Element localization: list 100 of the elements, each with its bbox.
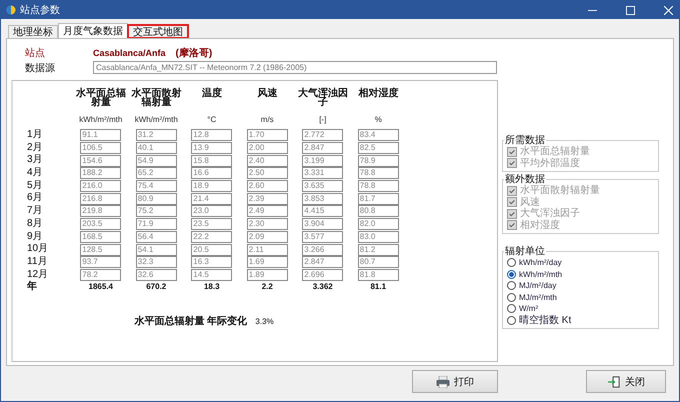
value-field[interactable]: 2.696 [302, 268, 344, 281]
value-field[interactable]: 168.5 [80, 230, 122, 243]
value-field[interactable]: 16.3 [191, 256, 232, 268]
value-field[interactable]: 80.8 [358, 205, 399, 218]
value-field[interactable]: 216.0 [80, 180, 122, 192]
annual-total: 81.1 [369, 281, 388, 294]
value-field[interactable]: 22.2 [191, 230, 232, 243]
field-label: 站点 [25, 46, 46, 60]
value-field[interactable]: 81.2 [358, 244, 399, 256]
value-field[interactable]: 78.8 [358, 180, 399, 192]
value-field[interactable]: 78.8 [358, 167, 399, 180]
radio-button[interactable] [507, 258, 516, 268]
radio-option[interactable]: kWh/m²/mth [507, 268, 654, 280]
value-field[interactable]: 32.3 [136, 256, 177, 268]
radio-button[interactable] [507, 304, 516, 314]
value-field[interactable]: 75.2 [136, 205, 177, 218]
value-field[interactable]: 3.577 [302, 230, 344, 243]
value-field[interactable]: 1.69 [246, 256, 288, 268]
value-field[interactable]: 83.4 [358, 129, 399, 142]
value-field[interactable]: 40.1 [136, 142, 177, 154]
value-field[interactable]: 23.5 [191, 218, 232, 230]
value-field[interactable]: 2.60 [246, 180, 288, 192]
column-header: 相对湿度 [357, 89, 400, 101]
value-field[interactable]: 21.4 [191, 192, 232, 205]
value-field[interactable]: 15.8 [191, 154, 232, 167]
value-field[interactable]: 32.6 [136, 268, 177, 281]
value-field[interactable]: 80.7 [358, 256, 399, 268]
radio-button[interactable] [507, 316, 516, 325]
value-field[interactable]: 2.39 [246, 192, 288, 205]
close-icon[interactable] [664, 6, 673, 14]
value-field[interactable]: 71.9 [136, 218, 177, 230]
value-field[interactable]: 81.7 [358, 192, 399, 205]
radio-option[interactable]: MJ/m²/mth [507, 292, 654, 303]
value-field[interactable]: 75.4 [136, 180, 177, 192]
value-field[interactable]: 18.9 [191, 180, 232, 192]
value-field[interactable]: 2.09 [246, 230, 288, 243]
value-field[interactable]: 91.1 [80, 129, 122, 142]
value-field[interactable]: 1.89 [246, 268, 288, 281]
maximize-icon[interactable] [626, 6, 635, 14]
value-field[interactable]: 203.5 [80, 218, 122, 230]
radio-button[interactable] [507, 292, 516, 302]
value-field[interactable]: 20.5 [191, 244, 232, 256]
value-field[interactable]: 3.331 [302, 167, 344, 180]
value-field[interactable]: 80.9 [136, 192, 177, 205]
value-field[interactable]: 81.8 [358, 268, 399, 281]
unit-label: kWh/m²/mth [134, 115, 178, 125]
value-field[interactable]: 54.9 [136, 154, 177, 167]
value-field[interactable]: 2.847 [302, 256, 344, 268]
unit-label: kWh/m²/mth [79, 115, 122, 125]
value-field[interactable]: 3.853 [302, 192, 344, 205]
print-button[interactable]: 打印 [412, 370, 498, 393]
radio-option[interactable]: MJ/m²/day [507, 280, 654, 292]
value-field[interactable]: 4.415 [302, 205, 344, 218]
value-field[interactable]: 83.0 [358, 230, 399, 243]
variation-value: 3.3% [255, 316, 274, 326]
value-field[interactable]: 3.635 [302, 180, 344, 192]
value-field[interactable]: 2.40 [246, 154, 288, 167]
value-field[interactable]: 128.5 [80, 244, 122, 256]
value-field[interactable]: 2.30 [246, 218, 288, 230]
value-field[interactable]: 93.7 [80, 256, 122, 268]
radio-button[interactable] [507, 281, 516, 290]
value-field[interactable]: 82.0 [358, 218, 399, 230]
value-field[interactable]: 188.2 [80, 167, 122, 180]
value-field[interactable]: 31.2 [136, 129, 177, 142]
value-field[interactable]: 3.266 [302, 244, 344, 256]
value-field[interactable]: 2.11 [246, 244, 288, 256]
value-field[interactable]: 23.0 [191, 205, 232, 218]
month-label: 2月 [26, 142, 44, 154]
month-label: 8月 [26, 218, 44, 230]
tab[interactable]: 月度气象数据 [58, 23, 128, 38]
value-field[interactable]: 1.70 [246, 129, 288, 142]
radio-option[interactable]: W/m² [507, 303, 654, 314]
value-field[interactable]: 54.1 [136, 244, 177, 256]
value-field[interactable]: 13.9 [191, 142, 232, 154]
value-field[interactable]: 2.00 [246, 142, 288, 154]
radio-option[interactable]: 晴空指数 Kt [507, 314, 654, 326]
tab[interactable]: 交互式地图 [128, 25, 188, 38]
value-field[interactable]: 2.772 [302, 129, 344, 142]
tab[interactable]: 地理坐标 [8, 25, 58, 38]
value-field[interactable]: 3.904 [302, 218, 344, 230]
value-field[interactable]: 3.199 [302, 154, 344, 167]
value-field[interactable]: 216.8 [80, 192, 122, 205]
value-field[interactable]: 78.2 [80, 268, 122, 281]
radio-option[interactable]: kWh/m²/day [507, 257, 654, 268]
close-button[interactable]: 关闭 [586, 370, 666, 393]
value-field[interactable]: 106.5 [80, 142, 122, 154]
value-field[interactable]: 78.9 [358, 154, 399, 167]
value-field[interactable]: 2.50 [246, 167, 288, 180]
radio-button[interactable] [507, 270, 516, 279]
value-field[interactable]: 2.847 [302, 142, 344, 154]
value-field[interactable]: 2.49 [246, 205, 288, 218]
value-field[interactable]: 65.2 [136, 167, 177, 180]
value-field[interactable]: 12.8 [191, 129, 232, 142]
value-field[interactable]: 219.8 [80, 205, 122, 218]
value-field[interactable]: 16.6 [191, 167, 232, 180]
value-field[interactable]: 56.4 [136, 230, 177, 243]
source-field[interactable]: Casablanca/Anfa_MN72.SIT -- Meteonorm 7.2 (1986-2005) [93, 61, 497, 74]
value-field[interactable]: 154.6 [80, 154, 122, 167]
value-field[interactable]: 82.5 [358, 142, 399, 154]
value-field[interactable]: 14.5 [191, 268, 232, 281]
